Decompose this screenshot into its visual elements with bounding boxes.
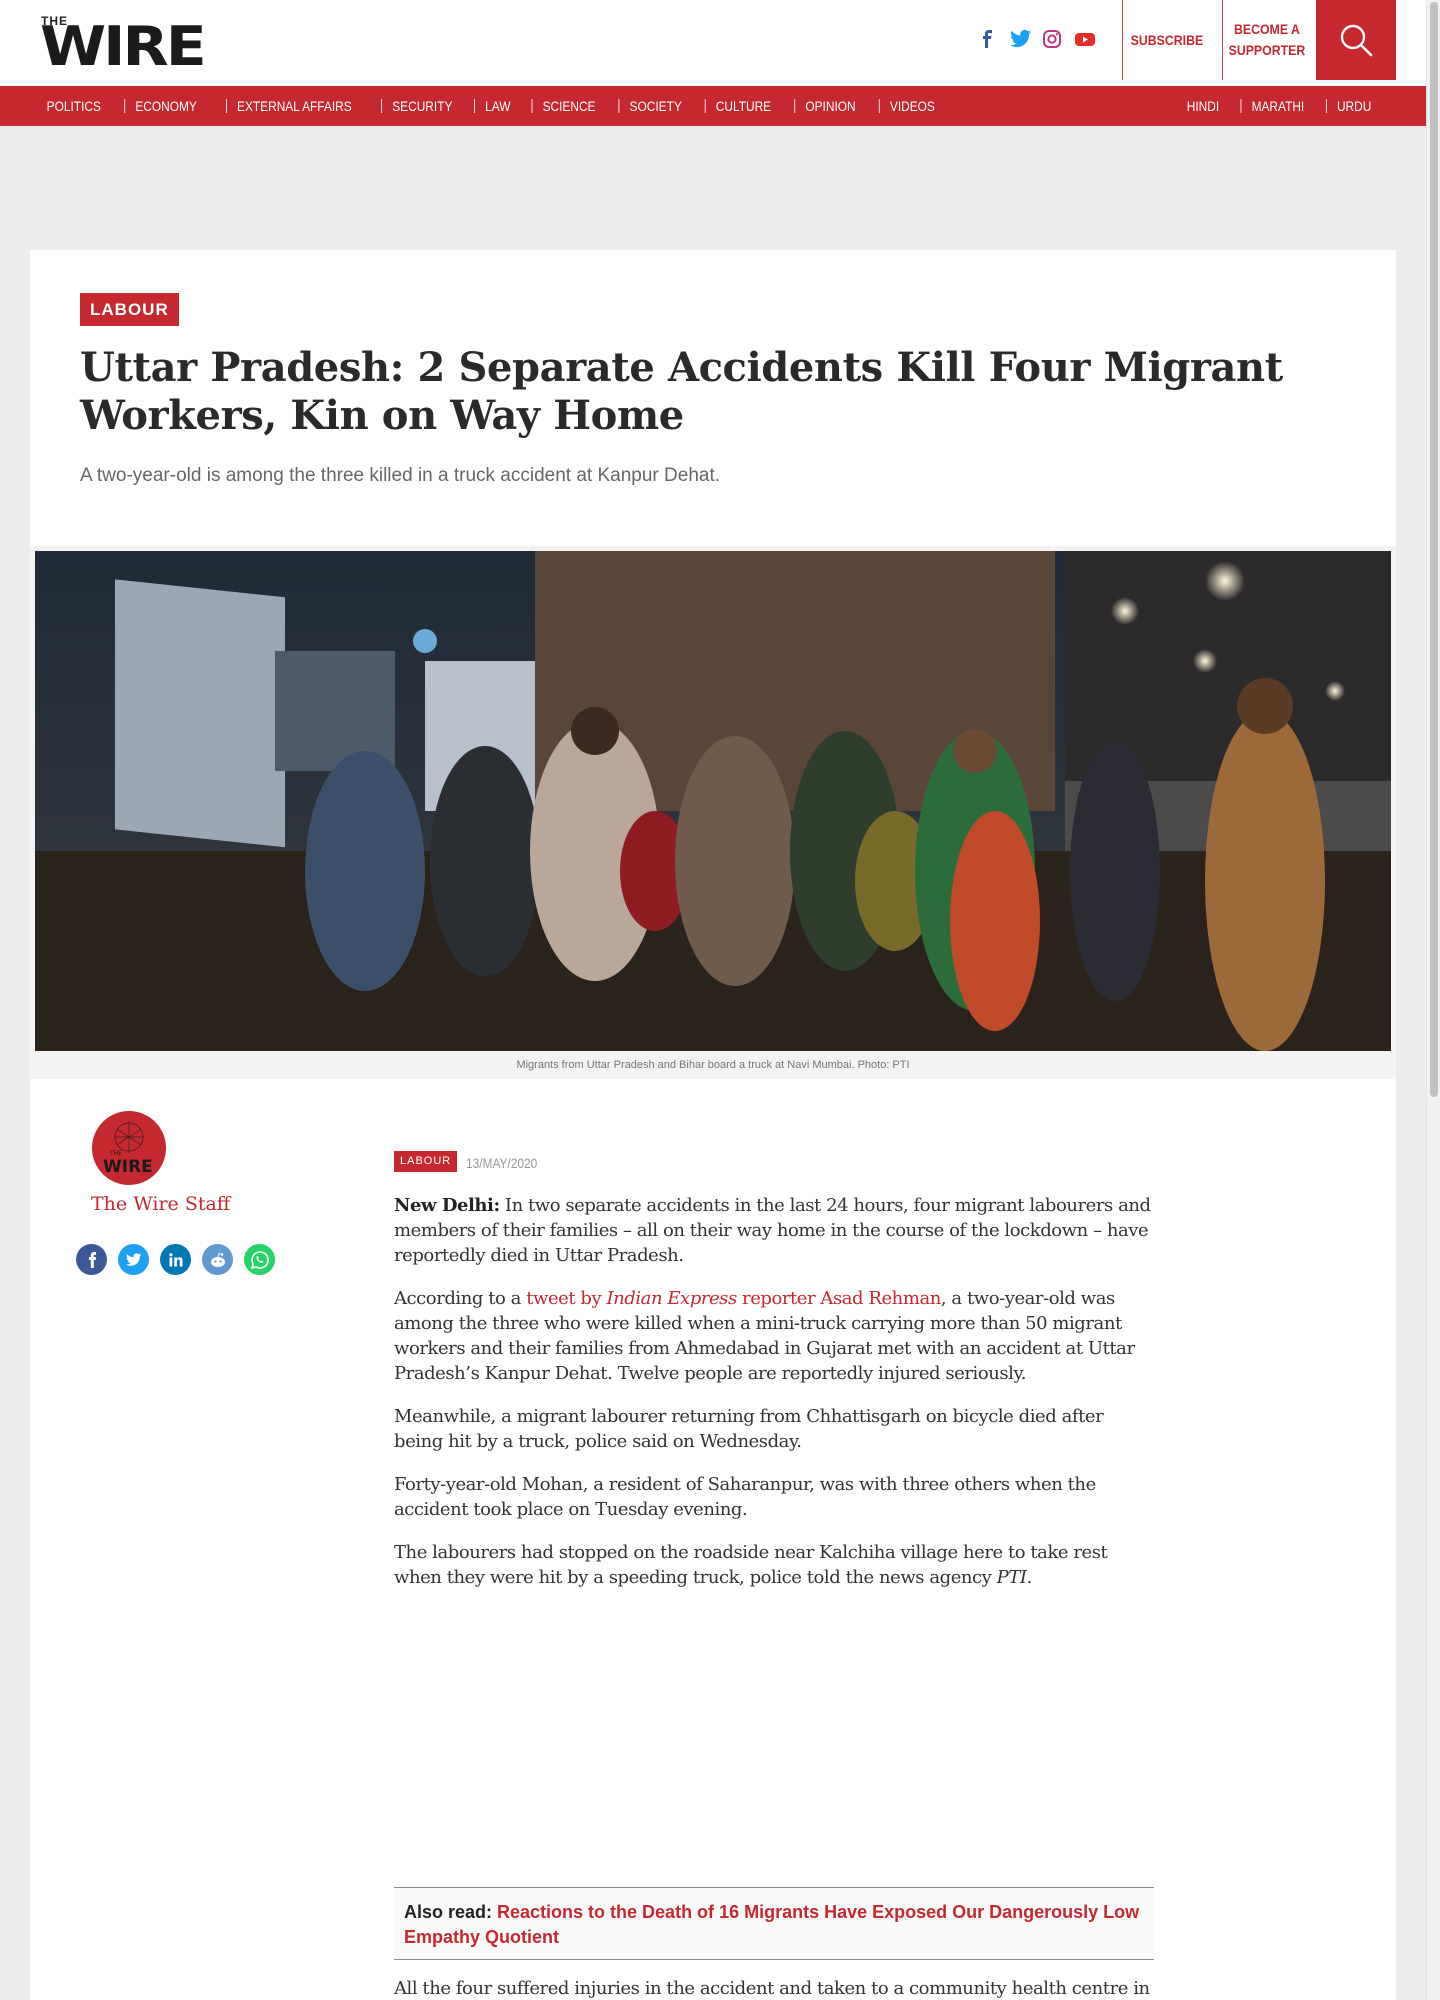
nav-item-hindi[interactable]: HINDI [1187,99,1230,113]
avatar-text-the: THE [109,1150,122,1157]
page-scrollbar[interactable] [1426,0,1440,2000]
facebook-icon[interactable] [978,29,998,49]
nav-item-science[interactable]: SCIENCE [531,99,605,113]
tweet-link[interactable]: tweet by Indian Express reporter Asad Re… [526,1288,941,1309]
also-read-box: Also read: Reactions to the Death of 16 … [394,1887,1154,1960]
hero-image [35,551,1391,1051]
share-buttons [76,1244,275,1275]
paragraph-3: Meanwhile, a migrant labourer returning … [394,1406,1104,1452]
instagram-icon[interactable] [1042,29,1062,49]
category-tag-small[interactable]: LABOUR [394,1151,458,1172]
nav-item-marathi[interactable]: MARATHI [1240,99,1314,113]
article-title: Uttar Pradesh: 2 Separate Accidents Kill… [80,344,1283,439]
paragraph-5: The labourers had stopped on the roadsid… [394,1542,1108,1588]
become-supporter-button[interactable]: BECOME A SUPPORTER [1222,0,1311,80]
hero-caption: Migrants from Uttar Pradesh and Bihar bo… [516,1059,910,1071]
whatsapp-icon[interactable] [244,1244,275,1275]
also-read-label: Also read: [404,1902,498,1922]
nav-item-security[interactable]: SECURITY [381,99,462,113]
nav-item-external-affairs[interactable]: EXTERNAL AFFAIRS [226,99,362,113]
publish-date: 13/MAY/2020 [466,1155,538,1171]
nav-item-urdu[interactable]: URDU [1325,99,1381,113]
search-button[interactable] [1316,0,1396,80]
paragraph-4: Forty-year-old Mohan, a resident of Saha… [394,1474,1096,1520]
nav-item-culture[interactable]: CULTURE [705,99,782,113]
article-body: New Delhi: In two separate accidents in … [394,1193,1154,1608]
nav-item-law[interactable]: LAW [473,99,521,113]
dateline: New Delhi: [394,1195,500,1216]
scrollbar-thumb[interactable] [1430,2,1438,1097]
main-navigation: POLITICS ECONOMY EXTERNAL AFFAIRS SECURI… [0,86,1426,126]
site-logo[interactable]: THE WIRE [40,14,220,76]
nav-languages: HINDI MARATHI URDU [1183,86,1386,126]
linkedin-icon[interactable] [160,1244,191,1275]
nav-item-videos[interactable]: VIDEOS [878,99,944,113]
logo-wire: WIRE [40,15,207,79]
avatar-text-wire: WIRE [103,1157,153,1177]
nav-sections: POLITICS ECONOMY EXTERNAL AFFAIRS SECURI… [41,86,950,126]
subscribe-button[interactable]: SUBSCRIBE [1122,0,1211,80]
nav-item-opinion[interactable]: OPINION [794,99,867,113]
search-icon [1340,24,1373,57]
author-avatar[interactable]: THE WIRE [92,1111,166,1185]
social-links [978,29,1095,51]
nav-item-politics[interactable]: POLITICS [47,99,111,113]
site-header: THE WIRE SUBSCRIBE BECOME A SUPPORTER [0,0,1426,86]
author-name[interactable]: The Wire Staff [91,1193,230,1215]
paragraph-2: According to a tweet by Indian Express r… [394,1288,1135,1384]
also-read-link[interactable]: Reactions to the Death of 16 Migrants Ha… [404,1902,1139,1947]
nav-item-society[interactable]: SOCIETY [618,99,691,113]
twitter-icon[interactable] [118,1244,149,1275]
reddit-icon[interactable] [202,1244,233,1275]
twitter-icon[interactable] [1010,29,1032,49]
youtube-icon[interactable] [1074,29,1095,49]
article-dek: A two-year-old is among the three killed… [80,465,721,486]
nav-item-economy[interactable]: ECONOMY [124,99,207,113]
supporter-line2: SUPPORTER [1228,42,1306,58]
paragraph-6: All the four suffered injuries in the ac… [394,1978,1150,1999]
facebook-icon[interactable] [76,1244,107,1275]
paragraph-1: New Delhi: In two separate accidents in … [394,1195,1151,1266]
category-tag[interactable]: LABOUR [80,293,179,326]
supporter-line1: BECOME A [1233,21,1300,37]
